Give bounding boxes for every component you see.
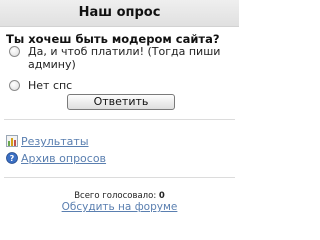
- svg-text:?: ?: [10, 154, 15, 163]
- option-label: Да, и чтоб платили! (Тогда пиши админу): [28, 45, 221, 71]
- total-votes-value: 0: [158, 191, 165, 201]
- divider: [4, 119, 235, 120]
- poll-option-1[interactable]: Да, и чтоб платили! (Тогда пиши админу): [9, 45, 237, 74]
- poll-question: Ты хочеш быть модером сайта?: [6, 32, 220, 46]
- option-label: Нет спс: [28, 79, 73, 92]
- poll-title: Наш опрос: [0, 0, 239, 27]
- bar-chart-icon: [6, 135, 18, 147]
- discuss-forum: Обсудить на форуме: [0, 201, 239, 213]
- vote-button[interactable]: Ответить: [67, 94, 175, 110]
- results-link[interactable]: Результаты: [21, 135, 89, 148]
- option-radio[interactable]: [9, 46, 20, 57]
- poll-widget: Наш опрос Ты хочеш быть модером сайта? Д…: [0, 0, 239, 225]
- total-votes-label: Всего голосовало:: [74, 191, 157, 201]
- total-votes: Всего голосовало: 0: [0, 191, 239, 201]
- archive-link[interactable]: Архив опросов: [21, 152, 106, 165]
- divider: [4, 177, 235, 178]
- discuss-forum-link[interactable]: Обсудить на форуме: [62, 201, 178, 213]
- poll-option-2[interactable]: Нет спс: [9, 79, 237, 94]
- help-icon: ?: [6, 152, 18, 164]
- option-radio[interactable]: [9, 80, 20, 91]
